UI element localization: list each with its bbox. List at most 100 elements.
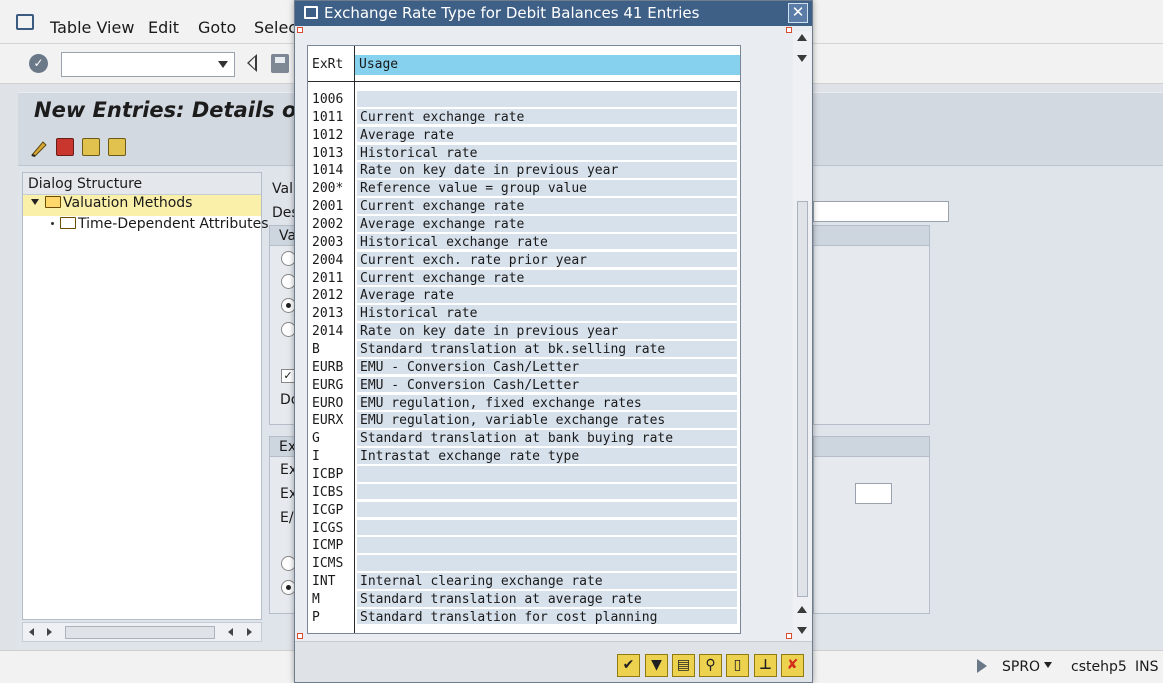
exrt-cell[interactable]: 2004 [312, 253, 352, 268]
resize-handle[interactable] [786, 633, 792, 639]
usage-cell[interactable]: Standard translation for cost planning [357, 608, 737, 626]
table-row[interactable]: 2013 Historical rate [308, 305, 740, 323]
scrollbar-thumb[interactable] [797, 201, 808, 597]
usage-cell[interactable]: EMU - Conversion Cash/Letter [357, 376, 737, 394]
usage-cell[interactable] [357, 501, 737, 519]
table-row[interactable]: EURO EMU regulation, fixed exchange rates [308, 394, 740, 413]
table-row[interactable]: 1006 [308, 91, 740, 109]
usage-cell[interactable]: Internal clearing exchange rate [357, 573, 737, 590]
table-row[interactable]: EURG EMU - Conversion Cash/Letter [308, 376, 740, 395]
column-header-exrt[interactable]: ExRt [312, 57, 343, 72]
exrt-cell[interactable]: 2001 [312, 199, 352, 214]
exrt-cell[interactable]: EURO [312, 396, 352, 411]
system-menu-icon[interactable] [16, 14, 34, 30]
usage-cell[interactable] [357, 537, 737, 554]
menu-table-view[interactable]: Table View [50, 18, 134, 37]
exrt-cell[interactable]: 2003 [312, 235, 352, 250]
close-icon[interactable]: ✕ [788, 3, 808, 23]
filter-button[interactable]: ▼ [645, 654, 668, 677]
table-row[interactable]: 1013 Historical rate [308, 144, 740, 163]
system-dropdown[interactable]: SPRO [1002, 659, 1053, 675]
chevron-down-icon[interactable] [1044, 662, 1053, 668]
exrt-cell[interactable]: EURX [312, 413, 352, 428]
table-row[interactable]: EURB EMU - Conversion Cash/Letter [308, 358, 740, 377]
usage-cell[interactable]: Average exchange rate [357, 216, 737, 233]
table-row[interactable]: 2012 Average rate [308, 287, 740, 305]
exrt-cell[interactable]: I [312, 449, 352, 464]
usage-cell[interactable]: Average rate [357, 287, 737, 304]
usage-cell[interactable]: Average rate [357, 126, 737, 144]
usage-cell[interactable]: Historical rate [357, 144, 737, 162]
scrollbar-thumb[interactable] [65, 626, 215, 639]
exrt-cell[interactable]: 2013 [312, 306, 352, 321]
horizontal-scrollbar[interactable] [22, 622, 262, 642]
table-row[interactable]: 1014 Rate on key date in previous year [308, 162, 740, 180]
table-row[interactable]: EURX EMU regulation, variable exchange ra… [308, 412, 740, 430]
expand-arrow-icon[interactable] [31, 199, 39, 205]
play-icon[interactable] [977, 659, 987, 673]
resize-handle[interactable] [297, 27, 303, 33]
table-row[interactable]: I Intrastat exchange rate type [308, 448, 740, 466]
exrt-cell[interactable]: 2012 [312, 288, 352, 303]
exrt-cell[interactable]: 1011 [312, 110, 352, 125]
table-row[interactable]: 2001 Current exchange rate [308, 198, 740, 216]
usage-cell[interactable]: Rate on key date in previous year [357, 323, 737, 340]
personal-list-button[interactable]: ⊥ [754, 654, 777, 677]
table-row[interactable]: 1012 Average rate [308, 126, 740, 145]
enter-check-icon[interactable]: ✓ [29, 54, 48, 73]
exrt-cell[interactable]: ICBS [312, 485, 352, 500]
scroll-left-icon[interactable] [29, 628, 34, 636]
table-row[interactable]: ICGS [308, 519, 740, 538]
resize-handle[interactable] [297, 633, 303, 639]
scroll-down-icon[interactable] [797, 55, 807, 62]
cancel-button[interactable]: ✘ [781, 654, 804, 677]
table-row[interactable]: ICBS [308, 483, 740, 502]
back-icon[interactable] [247, 54, 257, 72]
tree-item-valuation-methods[interactable]: Valuation Methods [23, 195, 261, 216]
chevron-down-icon[interactable] [218, 61, 228, 68]
exrt-cell[interactable]: 1013 [312, 146, 352, 161]
continue-button[interactable]: ✔ [617, 654, 640, 677]
table-row[interactable]: ICGP [308, 501, 740, 520]
column-header-usage[interactable]: Usage [355, 55, 740, 75]
small-input[interactable] [855, 483, 892, 504]
previous-entry-icon[interactable] [82, 138, 100, 156]
menu-goto[interactable]: Goto [198, 18, 236, 37]
table-row[interactable]: ICMP [308, 537, 740, 555]
menu-edit[interactable]: Edit [148, 18, 179, 37]
usage-cell[interactable] [357, 555, 737, 572]
usage-cell[interactable]: EMU regulation, fixed exchange rates [357, 394, 737, 412]
usage-cell[interactable]: Intrastat exchange rate type [357, 448, 737, 465]
exrt-cell[interactable]: EURG [312, 378, 352, 393]
usage-cell[interactable]: Historical rate [357, 305, 737, 322]
table-row[interactable]: B Standard translation at bk.selling rate [308, 341, 740, 359]
table-row[interactable]: 2004 Current exch. rate prior year [308, 251, 740, 270]
table-row[interactable]: 1011 Current exchange rate [308, 108, 740, 127]
exrt-cell[interactable]: 1006 [312, 92, 352, 107]
table-row[interactable]: 200* Reference value = group value [308, 180, 740, 198]
table-row[interactable]: ICBP [308, 466, 740, 484]
usage-cell[interactable] [357, 519, 737, 537]
exrt-cell[interactable]: 1014 [312, 163, 352, 178]
usage-cell[interactable]: Current exchange rate [357, 198, 737, 215]
exrt-cell[interactable]: 2002 [312, 217, 352, 232]
tree-item-time-dependent-attributes[interactable]: Time-Dependent Attributes [23, 216, 269, 237]
display-change-icon[interactable] [29, 138, 47, 157]
scroll-right-icon[interactable] [47, 628, 52, 636]
scroll-right-icon[interactable] [247, 628, 252, 636]
exrt-cell[interactable]: INT [312, 574, 352, 589]
save-icon[interactable] [271, 54, 289, 73]
scroll-up-icon[interactable] [797, 34, 807, 41]
scroll-left-icon[interactable] [228, 628, 233, 636]
find-button[interactable]: ⚲ [699, 654, 722, 677]
exrt-cell[interactable]: 200* [312, 181, 352, 196]
table-row[interactable]: 2014 Rate on key date in previous year [308, 323, 740, 341]
exrt-cell[interactable]: ICMP [312, 538, 352, 553]
exrt-cell[interactable]: M [312, 592, 352, 607]
usage-cell[interactable]: Current exchange rate [357, 269, 737, 287]
usage-cell[interactable] [357, 91, 737, 108]
scroll-up-icon[interactable] [797, 606, 807, 613]
exrt-cell[interactable]: P [312, 610, 352, 625]
usage-cell[interactable]: Standard translation at bank buying rate [357, 430, 737, 447]
usage-cell[interactable] [357, 483, 737, 501]
